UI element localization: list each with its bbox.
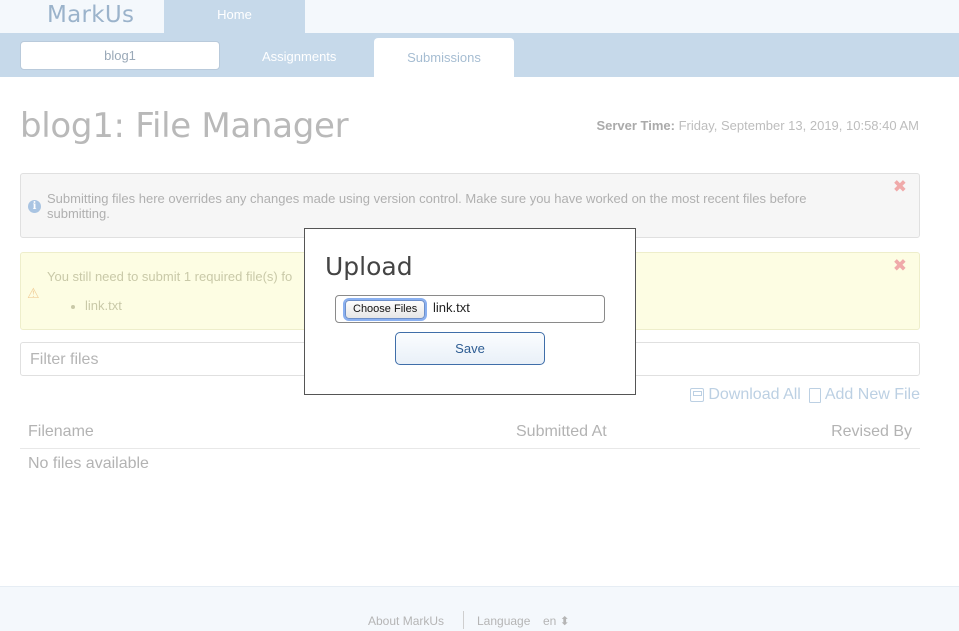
- tab-home[interactable]: Home: [164, 0, 305, 33]
- file-actions: Download All Add New File: [690, 386, 920, 404]
- info-icon: i: [28, 200, 41, 213]
- upload-modal: Upload Choose Files link.txt Save: [304, 228, 636, 395]
- file-add-icon: [808, 387, 821, 403]
- add-new-file-label: Add New File: [824, 386, 920, 403]
- page-title: blog1: File Manager: [20, 106, 349, 146]
- download-all-label: Download All: [708, 386, 801, 403]
- tab-submissions[interactable]: Submissions: [374, 38, 514, 77]
- language-select[interactable]: en ⬍: [543, 614, 570, 628]
- sub-navigation: blog1 Assignments Submissions: [0, 33, 959, 77]
- download-all-link[interactable]: Download All: [690, 386, 801, 404]
- required-file-name: link.txt: [85, 298, 122, 313]
- server-time: Server Time: Friday, September 13, 2019,…: [596, 118, 919, 133]
- tab-assignments[interactable]: Assignments: [262, 49, 336, 64]
- file-input[interactable]: Choose Files link.txt: [335, 295, 605, 323]
- save-button[interactable]: Save: [395, 332, 545, 365]
- download-icon: [690, 388, 705, 402]
- close-icon[interactable]: ✖: [893, 256, 907, 276]
- footer: About MarkUs Language en ⬍: [0, 586, 959, 631]
- top-header: MarkUs Home: [0, 0, 959, 33]
- selected-file-name: link.txt: [433, 300, 470, 315]
- empty-table-message: No files available: [28, 455, 149, 472]
- footer-divider: [463, 611, 464, 629]
- server-time-value: Friday, September 13, 2019, 10:58:40 AM: [678, 118, 919, 133]
- column-filename[interactable]: Filename: [28, 423, 94, 441]
- info-notice-text: Submitting files here overrides any chan…: [47, 191, 807, 221]
- files-table-header: Filename Submitted At Revised By: [20, 415, 920, 449]
- about-markus-link[interactable]: About MarkUs: [368, 614, 444, 628]
- modal-title: Upload: [325, 252, 413, 281]
- language-label: Language: [477, 614, 531, 628]
- required-file-item: link.txt: [71, 298, 122, 313]
- bullet-icon: [71, 304, 75, 309]
- choose-files-button[interactable]: Choose Files: [345, 300, 426, 319]
- column-revised-by[interactable]: Revised By: [831, 423, 912, 441]
- add-new-file-link[interactable]: Add New File: [808, 386, 920, 404]
- warning-notice-text: You still need to submit 1 required file…: [47, 269, 293, 284]
- warning-icon: ⚠: [27, 285, 40, 301]
- close-icon[interactable]: ✖: [893, 177, 907, 197]
- server-time-label: Server Time:: [596, 118, 675, 133]
- markus-logo[interactable]: MarkUs: [47, 2, 134, 28]
- column-submitted-at[interactable]: Submitted At: [516, 423, 607, 441]
- course-selector[interactable]: blog1: [20, 41, 220, 70]
